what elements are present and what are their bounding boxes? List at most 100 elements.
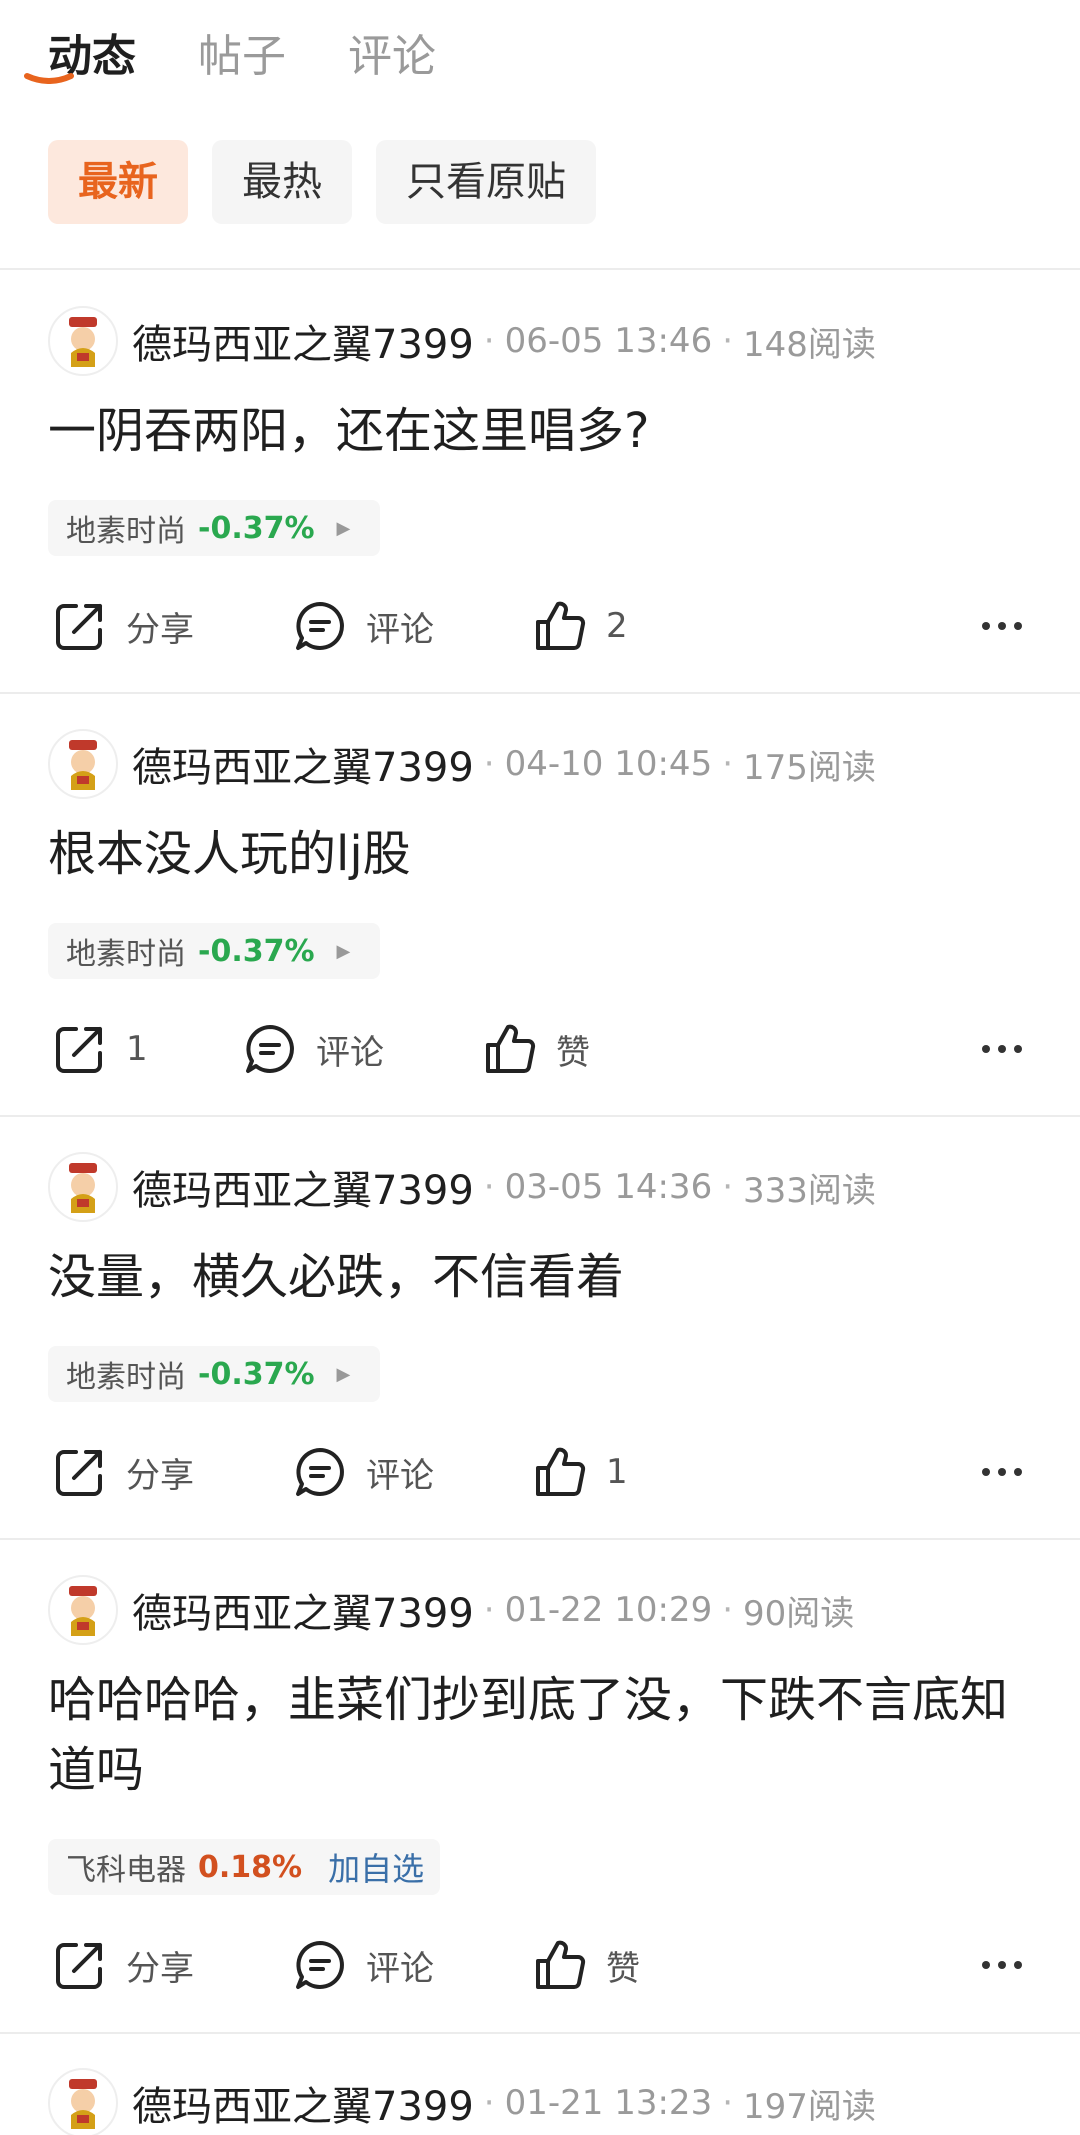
thumbs-up-icon (486, 1024, 536, 1073)
action-bar: 1 评论 赞 (0, 1019, 1080, 1079)
comment-label: 评论 (316, 1032, 384, 1073)
post-text[interactable]: 一阴吞两阳，还在这里唱多? (48, 396, 1038, 466)
like-button[interactable]: 赞 (532, 1935, 640, 1995)
meta-separator: · (483, 2083, 495, 2123)
meta-separator: · (483, 1167, 495, 1207)
more-dots-icon (982, 1468, 1022, 1476)
stock-tag[interactable]: 地素时尚 -0.37% ▶ (48, 1346, 381, 1402)
comment-button[interactable]: 评论 (242, 1019, 384, 1079)
stock-name: 飞科电器 (66, 1853, 186, 1888)
like-button[interactable]: 1 (532, 1442, 628, 1502)
post-header: 德玛西亚之翼7399 · 01-21 13:23 · 197阅读 (48, 2068, 876, 2135)
avatar[interactable] (48, 1152, 118, 1222)
comment-button[interactable]: 评论 (292, 596, 434, 656)
filter-original-only[interactable]: 只看原贴 (376, 140, 596, 224)
share-button[interactable]: 分享 (52, 1442, 194, 1502)
post-date: 06-05 13:46 (504, 321, 713, 361)
stock-tag[interactable]: 地素时尚 -0.37% ▶ (48, 923, 381, 979)
post-date: 03-05 14:36 (504, 1167, 713, 1207)
more-button[interactable] (980, 1935, 1024, 1995)
comment-label: 评论 (366, 1948, 434, 1989)
like-button[interactable]: 赞 (482, 1019, 590, 1079)
divider (0, 692, 1080, 694)
post-date: 01-22 10:29 (504, 1590, 713, 1630)
tab-comments[interactable]: 评论 (348, 22, 436, 92)
avatar[interactable] (48, 729, 118, 799)
read-count: 90阅读 (743, 1593, 855, 1634)
like-count: 2 (606, 606, 628, 646)
top-tabs: 动态 帖子 评论 (48, 22, 498, 112)
more-button[interactable] (980, 596, 1024, 656)
post-date: 01-21 13:23 (504, 2083, 713, 2123)
post-text[interactable]: 根本没人玩的lj股 (48, 819, 1038, 889)
meta-separator: · (722, 744, 734, 784)
post-header: 德玛西亚之翼7399 · 03-05 14:36 · 333阅读 (48, 1152, 876, 1222)
thumbs-up-icon (536, 1940, 586, 1989)
meta-separator: · (722, 1167, 734, 1207)
author-name[interactable]: 德玛西亚之翼7399 (132, 1581, 474, 1639)
author-name[interactable]: 德玛西亚之翼7399 (132, 735, 474, 793)
comment-button[interactable]: 评论 (292, 1442, 434, 1502)
post-text[interactable]: 哈哈哈哈，韭菜们抄到底了没，下跌不言底知道吗 (48, 1665, 1038, 1805)
share-button[interactable]: 分享 (52, 1935, 194, 1995)
author-name[interactable]: 德玛西亚之翼7399 (132, 312, 474, 370)
stock-name: 地素时尚 (66, 514, 186, 549)
triangle-right-icon: ▶ (336, 940, 351, 962)
share-icon (56, 604, 102, 650)
thumbs-up-icon (536, 1447, 586, 1496)
like-label: 赞 (606, 1948, 640, 1989)
like-button[interactable]: 2 (532, 596, 628, 656)
stock-tag[interactable]: 飞科电器 0.18% 加自选 (48, 1839, 441, 1895)
triangle-right-icon: ▶ (336, 517, 351, 539)
more-dots-icon (982, 1961, 1022, 1969)
divider (0, 1538, 1080, 1540)
like-label: 赞 (556, 1032, 590, 1073)
stock-change: -0.37% (198, 933, 315, 969)
filter-hot[interactable]: 最热 (212, 140, 352, 224)
author-name[interactable]: 德玛西亚之翼7399 (132, 2074, 474, 2132)
active-tab-indicator (24, 73, 74, 84)
read-count: 175阅读 (743, 747, 876, 788)
action-bar: 分享 评论 赞 (0, 1935, 1080, 1995)
avatar[interactable] (48, 2068, 118, 2135)
meta-separator: · (483, 744, 495, 784)
action-bar: 分享 评论 2 (0, 596, 1080, 656)
post-text[interactable]: 没量，横久必跌，不信看着 (48, 1242, 1038, 1312)
comment-icon (296, 1448, 344, 1496)
divider (0, 1115, 1080, 1117)
caishen-avatar-icon (69, 1163, 97, 1213)
stock-change: -0.37% (198, 510, 315, 546)
meta-separator: · (722, 321, 734, 361)
caishen-avatar-icon (69, 1586, 97, 1636)
like-count: 1 (606, 1452, 628, 1492)
more-button[interactable] (980, 1442, 1024, 1502)
read-count: 197阅读 (743, 2086, 876, 2127)
more-button[interactable] (980, 1019, 1024, 1079)
share-button[interactable]: 1 (52, 1019, 148, 1079)
avatar[interactable] (48, 1575, 118, 1645)
author-name[interactable]: 德玛西亚之翼7399 (132, 1158, 474, 1216)
share-icon (56, 1943, 102, 1989)
stock-name: 地素时尚 (66, 1360, 186, 1395)
thumbs-up-icon (536, 601, 586, 650)
read-count: 148阅读 (743, 324, 876, 365)
comment-icon (296, 1941, 344, 1989)
filter-latest[interactable]: 最新 (48, 140, 188, 224)
share-label: 分享 (126, 609, 194, 650)
stock-change: 0.18% (198, 1849, 303, 1885)
share-icon (56, 1450, 102, 1496)
share-button[interactable]: 分享 (52, 596, 194, 656)
stock-change: -0.37% (198, 1356, 315, 1392)
add-to-watchlist-button[interactable]: 加自选 (328, 1844, 424, 1890)
meta-separator: · (722, 1590, 734, 1630)
tab-posts[interactable]: 帖子 (198, 22, 286, 92)
avatar[interactable] (48, 306, 118, 376)
share-label: 分享 (126, 1948, 194, 1989)
triangle-right-icon: ▶ (336, 1363, 351, 1385)
meta-separator: · (483, 321, 495, 361)
stock-tag[interactable]: 地素时尚 -0.37% ▶ (48, 500, 381, 556)
comment-button[interactable]: 评论 (292, 1935, 434, 1995)
comment-label: 评论 (366, 609, 434, 650)
post-date: 04-10 10:45 (504, 744, 713, 784)
share-count: 1 (126, 1029, 148, 1069)
